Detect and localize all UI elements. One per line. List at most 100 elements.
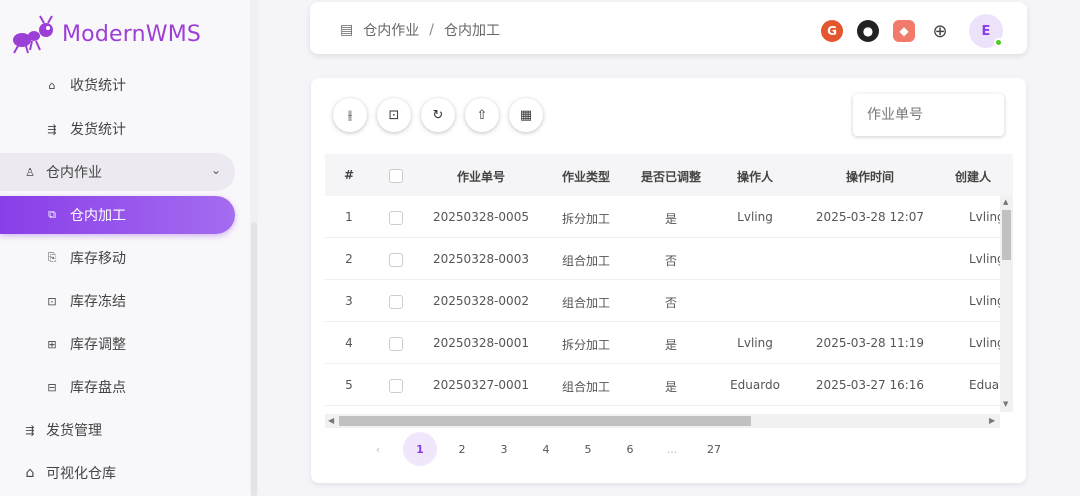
- refresh-button[interactable]: ↻: [421, 98, 455, 132]
- ant-logo-icon: [13, 15, 53, 54]
- breadcrumb-item[interactable]: 仓内作业: [363, 20, 419, 40]
- column-header[interactable]: 是否已调整: [631, 168, 711, 185]
- github-icon[interactable]: ●: [857, 20, 879, 42]
- document-icon: ▤: [340, 22, 354, 38]
- prev-page-button[interactable]: ‹: [361, 432, 395, 466]
- scroll-up-icon[interactable]: ▲: [1003, 198, 1008, 206]
- sidebar: ModernWMS ⌂ 收货统计 ⇶ 发货统计 ♙ 仓内作业 ⌄ ⧉ 仓内加工 …: [0, 0, 258, 496]
- columns-icon: ⫲: [347, 107, 353, 123]
- scrollbar-thumb[interactable]: [251, 222, 257, 496]
- sidebar-item-label: 发货统计: [70, 122, 126, 138]
- page-button[interactable]: 27: [697, 432, 731, 466]
- row-checkbox[interactable]: [389, 211, 403, 225]
- breadcrumb-item: 仓内加工: [443, 23, 500, 39]
- sidebar-item-stock-adjust[interactable]: ⊞ 库存调整: [0, 325, 235, 363]
- job-type: 拆分加工: [561, 338, 610, 352]
- app-logo[interactable]: ModernWMS: [10, 14, 201, 54]
- sidebar-item-visual-warehouse[interactable]: ⌂ 可视化仓库: [0, 454, 235, 492]
- job-number: 20250328-0003: [433, 252, 529, 266]
- data-table: # 作业单号 作业类型 是否已调整 操作人 操作时间 创建人 1 2025032…: [325, 154, 1013, 428]
- avatar[interactable]: E: [969, 14, 1003, 48]
- table-row[interactable]: 4 20250328-0001 拆分加工 是 Lvling 2025-03-28…: [325, 322, 1013, 364]
- is-adjusted: 是: [664, 338, 677, 352]
- copy-icon: ⧉: [48, 208, 56, 221]
- sidebar-item-shipping[interactable]: ⇶ 发货管理: [0, 411, 235, 449]
- table-vertical-scrollbar[interactable]: ▲ ▼: [1000, 196, 1013, 412]
- app-name: ModernWMS: [62, 21, 202, 47]
- online-status-dot: [994, 38, 1003, 47]
- page-ellipsis: …: [666, 442, 678, 456]
- job-number: 20250327-0001: [433, 378, 529, 392]
- column-header[interactable]: 操作人: [720, 168, 790, 185]
- page-button[interactable]: 2: [445, 432, 479, 466]
- is-adjusted: 否: [664, 296, 677, 310]
- operator: Lvling: [737, 210, 773, 224]
- adjust-icon: ⊞: [47, 337, 57, 351]
- qrcode-button[interactable]: ▦: [509, 98, 543, 132]
- select-all-checkbox[interactable]: [389, 169, 403, 183]
- globe-icon[interactable]: ⊕: [929, 20, 951, 42]
- truck-icon: ⇶: [47, 122, 57, 136]
- page-button[interactable]: 6: [613, 432, 647, 466]
- sidebar-item-shipping-stats[interactable]: ⇶ 发货统计: [0, 110, 235, 148]
- table-row[interactable]: 5 20250327-0001 组合加工 是 Eduardo 2025-03-2…: [325, 364, 1013, 406]
- row-checkbox[interactable]: [389, 379, 403, 393]
- job-type: 拆分加工: [561, 212, 610, 226]
- row-index: 4: [345, 336, 353, 350]
- scroll-right-icon[interactable]: ▶: [989, 416, 995, 425]
- column-header[interactable]: 创建人: [955, 168, 1013, 185]
- page-button[interactable]: 3: [487, 432, 521, 466]
- sidebar-item-processing[interactable]: ⧉ 仓内加工: [0, 196, 235, 234]
- column-settings-button[interactable]: ⫲: [333, 98, 367, 132]
- export-button[interactable]: ⇧: [465, 98, 499, 132]
- scrollbar-thumb[interactable]: [339, 416, 751, 426]
- page-button[interactable]: 4: [529, 432, 563, 466]
- scroll-down-icon[interactable]: ▼: [1003, 400, 1008, 408]
- avatar-initial: E: [981, 23, 991, 39]
- sidebar-item-label: 发货管理: [46, 423, 102, 439]
- page-button[interactable]: 5: [571, 432, 605, 466]
- row-index: 2: [345, 252, 353, 266]
- truck-icon: ⇶: [25, 423, 35, 437]
- count-icon: ⊟: [47, 380, 57, 394]
- job-type: 组合加工: [561, 254, 610, 268]
- chevron-down-icon: ⌄: [210, 163, 221, 177]
- header-actions: G ● ◆ ⊕ E: [807, 14, 1003, 48]
- search-input[interactable]: [853, 94, 1004, 136]
- move-icon: ⎘: [47, 251, 57, 264]
- row-checkbox[interactable]: [389, 337, 403, 351]
- sidebar-item-label: 可视化仓库: [46, 466, 116, 482]
- sidebar-item-stock-freeze[interactable]: ⊡ 库存冻结: [0, 282, 235, 320]
- table-row[interactable]: 3 20250328-0002 组合加工 否 Lvling: [325, 280, 1013, 322]
- table-horizontal-scrollbar[interactable]: ◀ ▶: [325, 414, 1000, 428]
- sidebar-item-label: 收货统计: [70, 78, 126, 94]
- sidebar-group-warehouse-ops[interactable]: ♙ 仓内作业 ⌄: [0, 153, 235, 191]
- sidebar-item-receiving-stats[interactable]: ⌂ 收货统计: [0, 66, 235, 104]
- sidebar-scrollbar[interactable]: [250, 0, 258, 496]
- scrollbar-thumb[interactable]: [1002, 210, 1011, 260]
- table-row[interactable]: 2 20250328-0003 组合加工 否 Lvling: [325, 238, 1013, 280]
- row-checkbox[interactable]: [389, 253, 403, 267]
- add-button[interactable]: ⊡: [377, 98, 411, 132]
- operation-time: 2025-03-27 16:16: [815, 378, 925, 392]
- operation-time: 2025-03-28 12:07: [815, 210, 925, 224]
- row-checkbox[interactable]: [389, 295, 403, 309]
- page-button[interactable]: 1: [403, 432, 437, 466]
- scroll-left-icon[interactable]: ◀: [328, 416, 334, 425]
- column-header[interactable]: 操作时间: [800, 168, 940, 185]
- refresh-icon: ↻: [432, 107, 444, 123]
- sidebar-item-label: 库存调整: [70, 337, 126, 353]
- lock-icon: ⊡: [47, 294, 57, 308]
- sidebar-item-stock-count[interactable]: ⊟ 库存盘点: [0, 368, 235, 406]
- row-index: 3: [345, 294, 353, 308]
- job-number: 20250328-0002: [433, 294, 529, 308]
- is-adjusted: 否: [664, 254, 677, 268]
- table-row[interactable]: 1 20250328-0005 拆分加工 是 Lvling 2025-03-28…: [325, 196, 1013, 238]
- operator: Eduardo: [730, 378, 780, 392]
- column-header[interactable]: 作业类型: [551, 168, 621, 185]
- gitee-icon[interactable]: G: [821, 20, 843, 42]
- column-header[interactable]: 作业单号: [421, 168, 541, 185]
- product-icon[interactable]: ◆: [893, 20, 915, 42]
- column-header[interactable]: #: [339, 168, 359, 182]
- sidebar-item-stock-move[interactable]: ⎘ 库存移动: [0, 239, 235, 277]
